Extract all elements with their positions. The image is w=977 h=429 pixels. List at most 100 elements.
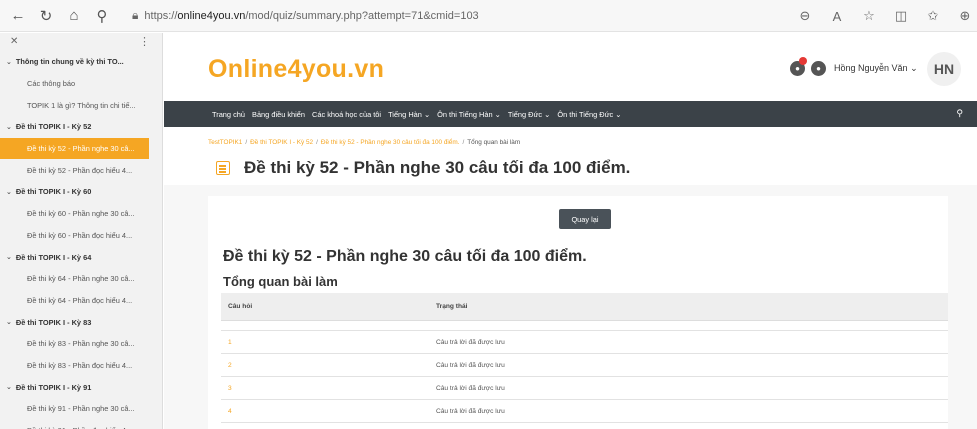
split-screen-icon[interactable]: ◫: [889, 4, 913, 28]
table-spacer: [221, 321, 948, 331]
table-row: 4 Câu trả lời đã được lưu: [221, 400, 948, 423]
breadcrumb-separator: /: [316, 139, 318, 146]
table-body: 1 Câu trả lời đã được lưu 2 Câu trả lời đã …: [221, 331, 948, 423]
collections-icon[interactable]: ⊕: [953, 4, 977, 28]
primary-navigation: Trang chủ Bảng điều khiển Các khoá học c…: [164, 101, 977, 127]
sidebar-section-title: Thông tin chung về kỳ thi TO...: [15, 57, 124, 67]
course-index-drawer: ✕ ⋮ ⌄ Thông tin chung về kỳ thi TO... Các …: [0, 33, 163, 429]
sidebar-item[interactable]: Đề thi kỳ 64 - Phần nghe 30 câ...: [0, 268, 162, 290]
sidebar-item[interactable]: Đề thi kỳ 52 - Phần nghe 30 câ...: [0, 137, 149, 160]
chevron-down-icon: ⌄: [6, 58, 12, 66]
nav-german-exam[interactable]: Ôn thi Tiếng Đức ⌄: [557, 110, 621, 119]
back-button[interactable]: Quay lại: [559, 209, 611, 229]
table-header: Câu hỏi Trạng thái: [221, 293, 948, 321]
browser-actions: ⊖ A ☆ ◫ ✩ ⊕: [785, 0, 977, 32]
sidebar-section-title: Đề thi TOPIK I - Kỳ 64: [15, 252, 92, 262]
summary-table: Câu hỏi Trạng thái 1 Câu trả lời đã được …: [221, 293, 948, 423]
nav-korean[interactable]: Tiếng Hàn ⌄: [388, 110, 430, 119]
nav-home[interactable]: Trang chủ: [212, 110, 245, 119]
sidebar-section-header[interactable]: ⌄ Đề thi TOPIK I - Kỳ 64: [0, 246, 162, 268]
site-logo[interactable]: Online4you.vn: [208, 55, 384, 84]
home-icon[interactable]: ⌂: [62, 4, 86, 28]
page-header: Đề thi kỳ 52 - Phần nghe 30 câu tối đa 1…: [216, 158, 630, 178]
sidebar-section-header[interactable]: ⌄ Đề thi TOPIK I - Kỳ 83: [0, 311, 162, 333]
column-header-question: Câu hỏi: [228, 303, 253, 310]
url-path: /mod/quiz/summary.php?attempt=71&cmid=10…: [245, 9, 479, 22]
question-number-link[interactable]: 4: [221, 408, 436, 415]
site-header: Online4you.vn ● ● Hồng Nguyễn Văn ⌄ HN: [164, 33, 977, 100]
favorite-star-icon[interactable]: ☆: [857, 4, 881, 28]
sidebar-item[interactable]: Đề thi kỳ 91 - Phần đọc hiểu 4...: [0, 420, 162, 429]
breadcrumb-separator: /: [462, 139, 465, 146]
breadcrumb-item[interactable]: Đề thi TOPIK I - Kỳ 52: [250, 139, 313, 146]
breadcrumb-item[interactable]: Đề thi kỳ 52 - Phần nghe 30 câu tối đa 1…: [321, 139, 460, 146]
chevron-down-icon: ⌄: [6, 188, 12, 196]
sidebar-item[interactable]: Đề thi kỳ 52 - Phần đọc hiểu 4...: [0, 159, 162, 181]
sidebar-section-header[interactable]: ⌄ Đề thi TOPIK I - Kỳ 60: [0, 181, 162, 203]
avatar[interactable]: HN: [927, 52, 961, 86]
chevron-down-icon: ⌄: [6, 319, 12, 327]
sidebar-list: ⌄ Thông tin chung về kỳ thi TO... Các thôn…: [0, 51, 162, 429]
table-row: 2 Câu trả lời đã được lưu: [221, 354, 948, 377]
address-bar[interactable]: 🔒︎ https://online4you.vn/mod/quiz/summar…: [132, 4, 479, 28]
quiz-summary-card: Quay lại Đề thi kỳ 52 - Phần nghe 30 câu…: [208, 196, 948, 429]
breadcrumb-separator: /: [245, 139, 248, 146]
sidebar-item[interactable]: TOPIK 1 là gì? Thông tin chi tiế...: [0, 94, 162, 116]
breadcrumb: TestTOPIK1/Đề thi TOPIK I - Kỳ 52/Đề thi…: [208, 139, 520, 146]
user-name: Hồng Nguyễn Văn: [834, 63, 908, 73]
question-status: Câu trả lời đã được lưu: [436, 361, 505, 369]
question-status: Câu trả lời đã được lưu: [436, 384, 505, 392]
quiz-title: Đề thi kỳ 52 - Phần nghe 30 câu tối đa 1…: [223, 248, 587, 265]
chevron-down-icon: ⌄: [6, 384, 12, 392]
zoom-icon[interactable]: ⊖: [793, 4, 817, 28]
search-icon[interactable]: ⚲: [90, 4, 114, 28]
quiz-icon: [216, 161, 230, 175]
sidebar-item[interactable]: Đề thi kỳ 60 - Phần đọc hiểu 4...: [0, 225, 162, 247]
sidebar-section-title: Đề thi TOPIK I - Kỳ 52: [15, 122, 92, 132]
lock-icon: 🔒︎: [132, 8, 139, 22]
sidebar-section-header[interactable]: ⌄ Thông tin chung về kỳ thi TO...: [0, 51, 162, 73]
sidebar-section-title: Đề thi TOPIK I - Kỳ 83: [15, 317, 92, 327]
drawer-header: ✕ ⋮: [0, 33, 162, 51]
refresh-icon[interactable]: ↻: [34, 4, 58, 28]
breadcrumb-item[interactable]: TestTOPIK1: [208, 139, 242, 146]
chevron-down-icon: ⌄: [6, 254, 12, 262]
nav-german[interactable]: Tiếng Đức ⌄: [508, 110, 551, 119]
column-header-status: Trạng thái: [436, 303, 468, 310]
notification-badge: [799, 57, 807, 65]
user-menu[interactable]: Hồng Nguyễn Văn ⌄: [834, 63, 918, 74]
message-icon[interactable]: ●: [811, 61, 826, 76]
nav-dashboard[interactable]: Bảng điều khiển: [252, 110, 305, 119]
back-arrow-icon[interactable]: ←: [6, 4, 30, 28]
nav-korean-exam[interactable]: Ôn thi Tiếng Hàn ⌄: [437, 110, 501, 119]
favorites-icon[interactable]: ✩: [921, 4, 945, 28]
browser-toolbar: ← ↻ ⌂ ⚲ 🔒︎ https://online4you.vn/mod/qui…: [0, 0, 977, 32]
url-text: https://online4you.vn/mod/quiz/summary.p…: [144, 10, 478, 22]
question-number-link[interactable]: 3: [221, 385, 436, 392]
chevron-down-icon: ⌄: [6, 123, 12, 131]
sidebar-item[interactable]: Các thông báo: [0, 73, 162, 95]
question-status: Câu trả lời đã được lưu: [436, 338, 505, 346]
sidebar-item[interactable]: Đề thi kỳ 83 - Phần đọc hiểu 4...: [0, 355, 162, 377]
sidebar-item[interactable]: Đề thi kỳ 64 - Phần đọc hiểu 4...: [0, 290, 162, 312]
sidebar-section-title: Đề thi TOPIK I - Kỳ 60: [15, 187, 92, 197]
close-icon[interactable]: ✕: [10, 36, 18, 47]
table-row: 1 Câu trả lời đã được lưu: [221, 331, 948, 354]
search-icon[interactable]: ⚲: [956, 108, 963, 119]
question-number-link[interactable]: 1: [221, 339, 436, 346]
page-title: Đề thi kỳ 52 - Phần nghe 30 câu tối đa 1…: [244, 158, 631, 177]
sidebar-section-header[interactable]: ⌄ Đề thi TOPIK I - Kỳ 52: [0, 116, 162, 138]
sidebar-item[interactable]: Đề thi kỳ 60 - Phần nghe 30 câ...: [0, 203, 162, 225]
sidebar-item[interactable]: Đề thi kỳ 83 - Phần nghe 30 câ...: [0, 333, 162, 355]
url-domain: online4you.vn: [177, 9, 246, 22]
sidebar-section-header[interactable]: ⌄ Đề thi TOPIK I - Kỳ 91: [0, 376, 162, 398]
question-status: Câu trả lời đã được lưu: [436, 407, 505, 415]
sidebar-item[interactable]: Đề thi kỳ 91 - Phần nghe 30 câ...: [0, 398, 162, 420]
question-number-link[interactable]: 2: [221, 362, 436, 369]
summary-heading: Tổng quan bài làm: [223, 274, 338, 289]
kebab-menu-icon[interactable]: ⋮: [139, 35, 150, 48]
read-aloud-icon[interactable]: A: [825, 4, 849, 28]
nav-my-courses[interactable]: Các khoá học của tôi: [312, 110, 381, 119]
table-row: 3 Câu trả lời đã được lưu: [221, 377, 948, 400]
breadcrumb-current: Tổng quan bài làm: [467, 139, 521, 146]
